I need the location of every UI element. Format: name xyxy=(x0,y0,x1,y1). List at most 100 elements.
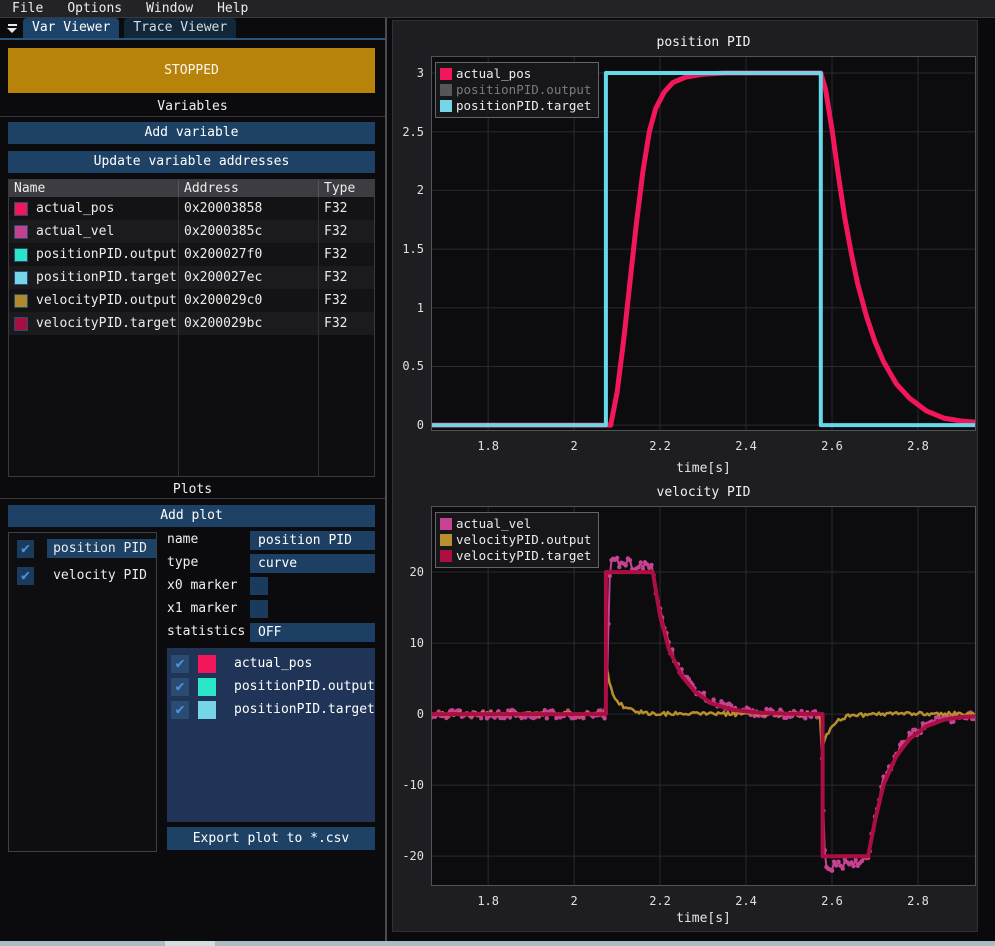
scrollbar-thumb[interactable] xyxy=(165,941,215,946)
y-axis-tick-label: 3 xyxy=(390,66,424,80)
x1-marker-checkbox[interactable] xyxy=(250,600,268,618)
variable-name: positionPID.target xyxy=(36,270,177,285)
plot-series-listbox: ✔ actual_pos✔ positionPID.output✔ positi… xyxy=(167,648,375,822)
series-list-item[interactable]: ✔ positionPID.target xyxy=(167,698,375,721)
acquisition-state-button[interactable]: STOPPED xyxy=(8,48,375,93)
export-csv-button[interactable]: Export plot to *.csv xyxy=(167,827,375,850)
variables-table: Name Address Type actual_pos 0x20003858 … xyxy=(8,179,375,477)
add-variable-button[interactable]: Add variable xyxy=(8,122,375,144)
x0-marker-checkbox[interactable] xyxy=(250,577,268,595)
variable-type-cell: F32 xyxy=(319,289,374,312)
plot-list-label[interactable]: position PID xyxy=(47,539,156,558)
variable-address-cell: 0x200027ec xyxy=(179,266,319,289)
variable-name: velocityPID.target xyxy=(36,316,177,331)
table-row[interactable]: actual_vel 0x2000385c F32 xyxy=(9,220,374,243)
variable-name-cell: actual_vel xyxy=(9,220,179,243)
legend-label: actual_vel xyxy=(456,516,531,532)
variable-color-swatch[interactable] xyxy=(14,248,28,262)
legend-item[interactable]: positionPID.output xyxy=(440,82,591,98)
x-axis-tick-label: 2 xyxy=(550,439,598,453)
tab-list-icon[interactable] xyxy=(4,20,20,36)
table-row[interactable]: actual_pos 0x20003858 F32 xyxy=(9,197,374,220)
variable-type-cell: F32 xyxy=(319,312,374,335)
legend-item[interactable]: actual_pos xyxy=(440,66,591,82)
series-name: positionPID.target xyxy=(234,702,375,717)
legend-item[interactable]: positionPID.target xyxy=(440,98,591,114)
legend-item[interactable]: actual_vel xyxy=(440,516,591,532)
x-axis-tick-label: 2.8 xyxy=(894,894,942,908)
table-row[interactable]: positionPID.output 0x200027f0 F32 xyxy=(9,243,374,266)
separator xyxy=(0,498,385,499)
separator xyxy=(0,116,385,117)
series-color-swatch[interactable] xyxy=(198,678,216,696)
variable-name-cell: velocityPID.output xyxy=(9,289,179,312)
plot-visible-checkbox[interactable]: ✔ xyxy=(17,567,34,585)
variable-color-swatch[interactable] xyxy=(14,271,28,285)
series-visible-checkbox[interactable]: ✔ xyxy=(171,655,189,673)
variables-section-header: Variables xyxy=(0,99,385,114)
y-axis-tick-label: 0 xyxy=(390,707,424,721)
update-variable-addresses-button[interactable]: Update variable addresses xyxy=(8,151,375,173)
horizontal-scrollbar[interactable] xyxy=(0,941,995,946)
legend-label: actual_pos xyxy=(456,66,531,82)
variable-address-cell: 0x200029bc xyxy=(179,312,319,335)
legend-label: positionPID.target xyxy=(456,98,591,114)
plot-type-select[interactable]: curve xyxy=(250,554,375,573)
series-visible-checkbox[interactable]: ✔ xyxy=(171,701,189,719)
legend-label: positionPID.output xyxy=(456,82,591,98)
legend-swatch xyxy=(440,100,452,112)
variable-color-swatch[interactable] xyxy=(14,202,28,216)
column-header-type[interactable]: Type xyxy=(319,180,374,197)
x-axis-tick-label: 1.8 xyxy=(464,439,512,453)
variable-address-cell: 0x20003858 xyxy=(179,197,319,220)
series-color-swatch[interactable] xyxy=(198,701,216,719)
app-window: File Options Window Help Var Viewer Trac… xyxy=(0,0,995,946)
x-axis-tick-label: 2.6 xyxy=(808,439,856,453)
table-row[interactable]: velocityPID.output 0x200029c0 F32 xyxy=(9,289,374,312)
series-visible-checkbox[interactable]: ✔ xyxy=(171,678,189,696)
x1-marker-label: x1 marker xyxy=(167,600,237,618)
tab-trace-viewer[interactable]: Trace Viewer xyxy=(124,18,236,38)
menu-options[interactable]: Options xyxy=(55,0,134,18)
variable-address-cell: 0x200029c0 xyxy=(179,289,319,312)
x-axis-tick-label: 2.6 xyxy=(808,894,856,908)
table-row[interactable]: velocityPID.target 0x200029bc F32 xyxy=(9,312,374,335)
column-header-name[interactable]: Name xyxy=(9,180,179,197)
menu-file[interactable]: File xyxy=(0,0,55,18)
add-plot-button[interactable]: Add plot xyxy=(8,505,375,527)
plot-list-item[interactable]: ✔ position PID xyxy=(17,537,156,560)
variable-type-cell: F32 xyxy=(319,220,374,243)
variable-color-swatch[interactable] xyxy=(14,317,28,331)
plot-name-input[interactable]: position PID xyxy=(250,531,375,550)
column-header-address[interactable]: Address xyxy=(179,180,319,197)
type-field-label: type xyxy=(167,554,198,572)
plot-visible-checkbox[interactable]: ✔ xyxy=(17,540,34,558)
plot-list-label[interactable]: velocity PID xyxy=(47,566,156,585)
variable-name-cell: velocityPID.target xyxy=(9,312,179,335)
variable-color-swatch[interactable] xyxy=(14,225,28,239)
menu-window[interactable]: Window xyxy=(134,0,205,18)
position-chart-xlabel: time[s] xyxy=(431,461,976,476)
legend-item[interactable]: velocityPID.target xyxy=(440,548,591,564)
menu-help[interactable]: Help xyxy=(205,0,260,18)
legend-label: velocityPID.target xyxy=(456,548,591,564)
series-color-swatch[interactable] xyxy=(198,655,216,673)
plot-list-item[interactable]: ✔ velocity PID xyxy=(17,564,156,587)
series-name: actual_pos xyxy=(234,656,312,671)
legend-item[interactable]: velocityPID.output xyxy=(440,532,591,548)
tab-var-viewer[interactable]: Var Viewer xyxy=(23,18,119,38)
variable-color-swatch[interactable] xyxy=(14,294,28,308)
x0-marker-label: x0 marker xyxy=(167,577,237,595)
variable-name: actual_vel xyxy=(36,224,114,239)
statistics-toggle[interactable]: OFF xyxy=(250,623,375,642)
series-list-item[interactable]: ✔ positionPID.output xyxy=(167,675,375,698)
variable-type-cell: F32 xyxy=(319,243,374,266)
variable-name: positionPID.output xyxy=(36,247,177,262)
position-pid-plot[interactable]: 00.511.522.531.822.22.42.62.8actual_posp… xyxy=(431,56,976,431)
series-list-item[interactable]: ✔ actual_pos xyxy=(167,652,375,675)
plot-legend: actual_pospositionPID.outputpositionPID.… xyxy=(435,62,599,118)
y-axis-tick-label: 2.5 xyxy=(390,125,424,139)
velocity-pid-plot[interactable]: -20-10010201.822.22.42.62.8actual_velvel… xyxy=(431,506,976,886)
table-row[interactable]: positionPID.target 0x200027ec F32 xyxy=(9,266,374,289)
x-axis-tick-label: 2.8 xyxy=(894,439,942,453)
